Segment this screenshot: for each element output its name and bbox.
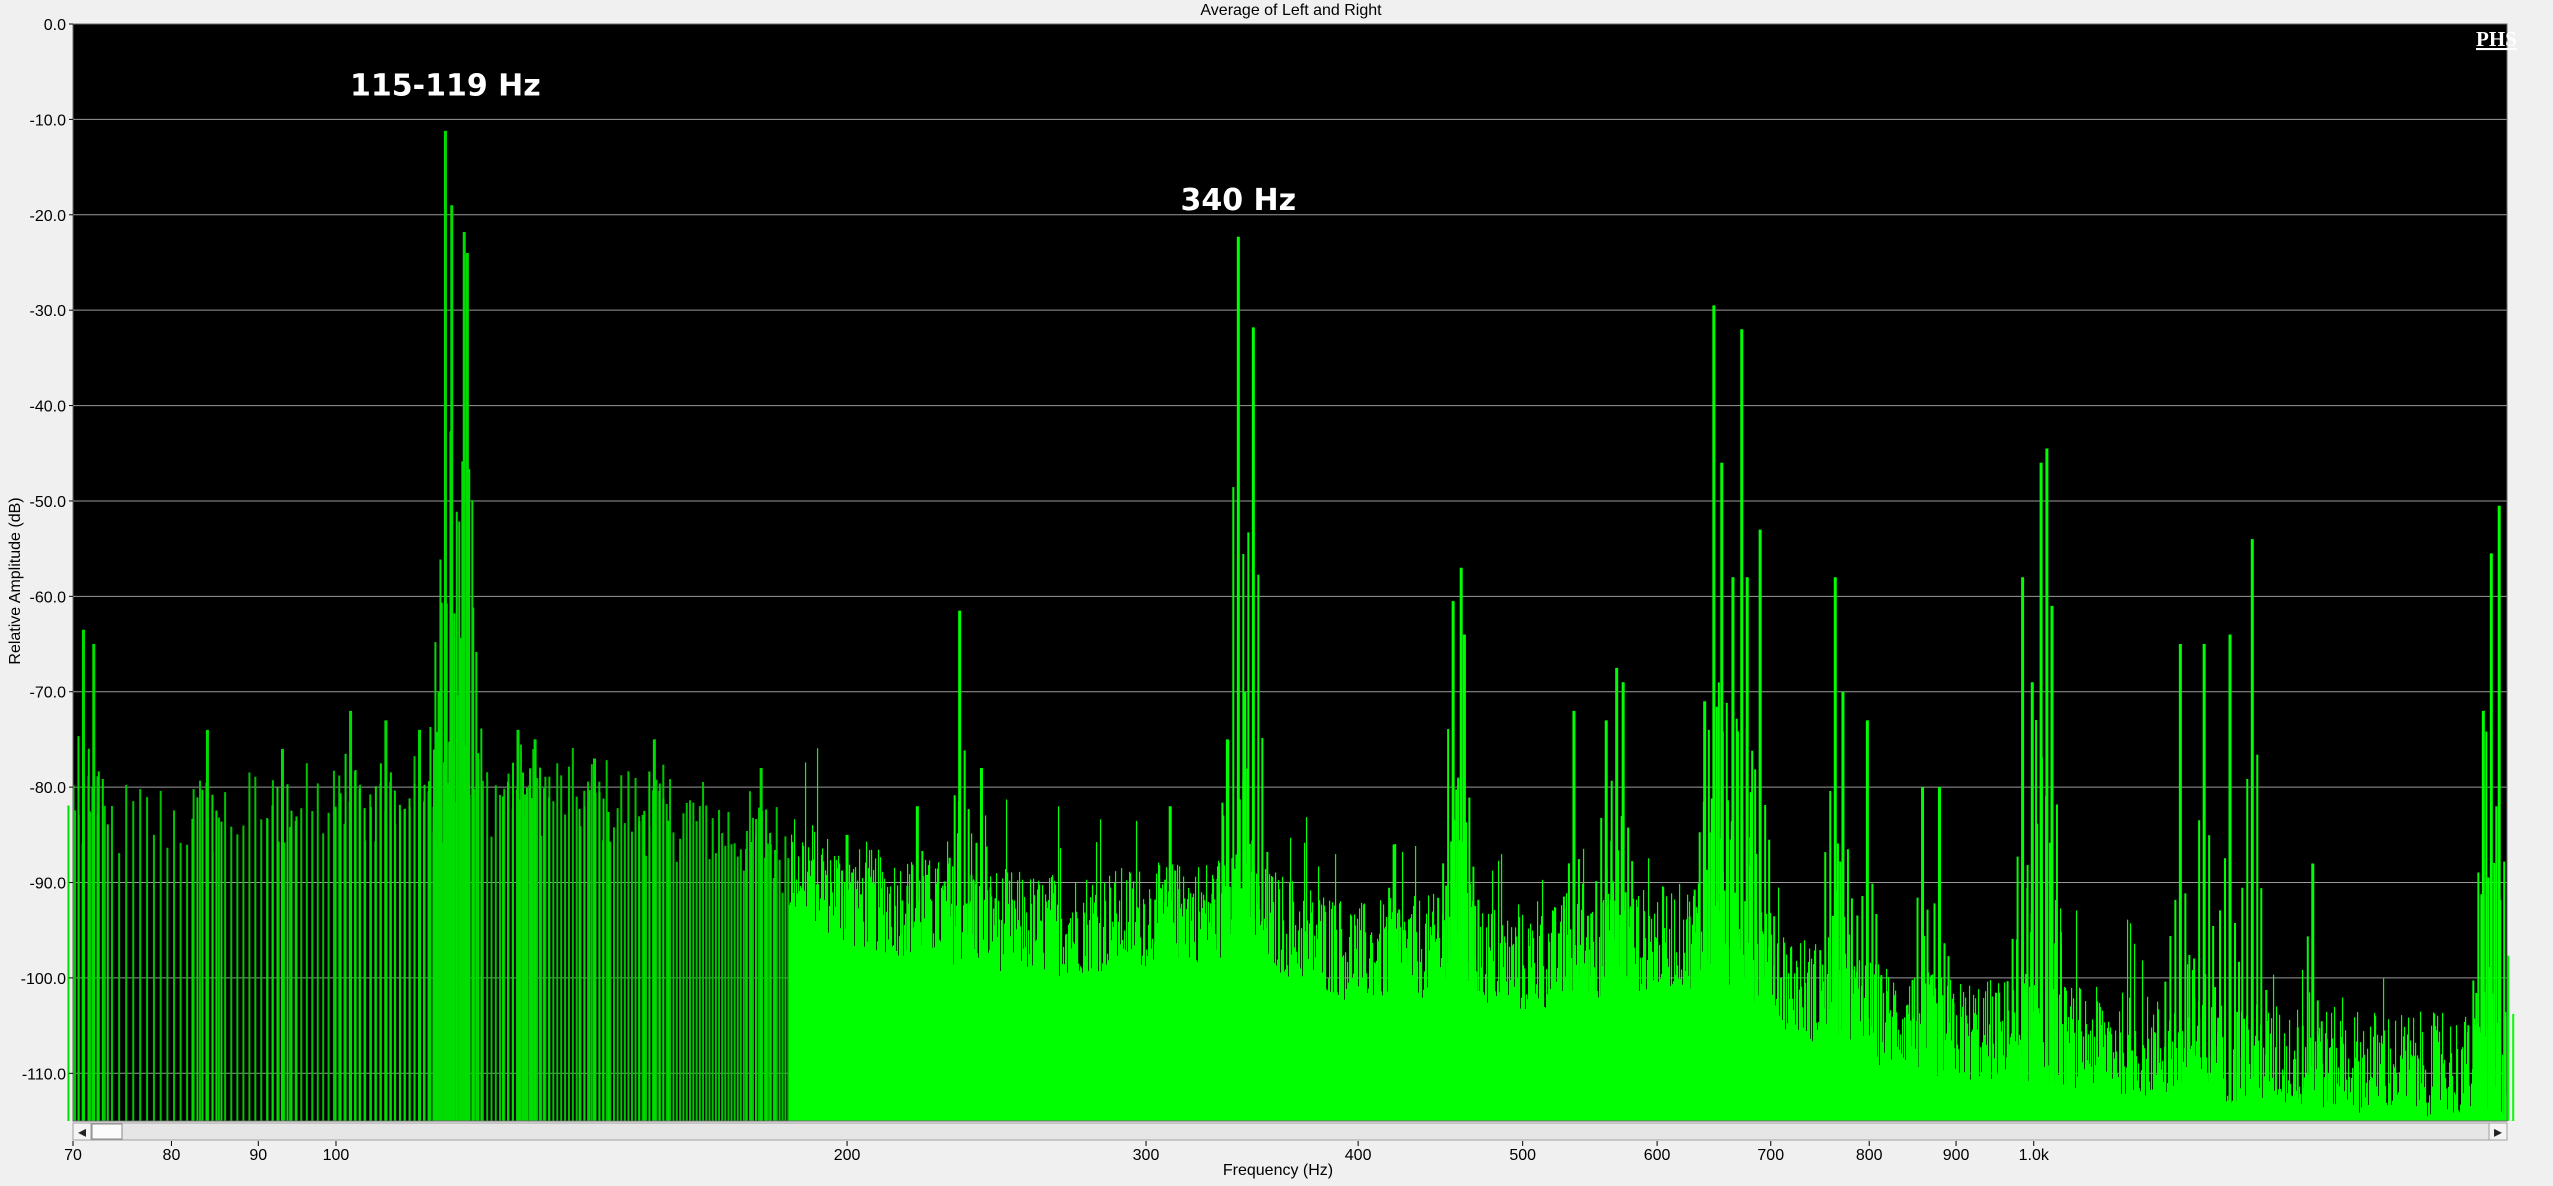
- y-tick-label: -40.0: [30, 399, 67, 416]
- peak-annotation: 340 Hz: [1180, 183, 1296, 218]
- x-tick-label: 800: [1856, 1147, 1883, 1164]
- x-tick-label: 700: [1757, 1147, 1784, 1164]
- y-tick-label: -30.0: [30, 303, 67, 320]
- y-tick-label: 0.0: [44, 17, 66, 34]
- x-tick-label: 900: [1943, 1147, 1970, 1164]
- x-tick-label: 100: [323, 1147, 350, 1164]
- y-tick-label: -10.0: [30, 112, 67, 129]
- y-axis-ticks: 0.0 -10.0 -20.0 -30.0 -40.0 -50.0 -60.0 -70.0 -8…: [21, 17, 73, 1083]
- x-tick-label: 500: [1509, 1147, 1536, 1164]
- horizontal-scrollbar[interactable]: [72, 1122, 2508, 1141]
- x-axis-ticks: 70 80 90 100 200 300 400 500 600 700 800 900 1.0k: [64, 1141, 2050, 1164]
- y-tick-label: -70.0: [30, 685, 67, 702]
- y-tick-label: -80.0: [30, 780, 67, 797]
- x-tick-label: 400: [1345, 1147, 1372, 1164]
- y-tick-label: -100.0: [21, 971, 66, 988]
- y-tick-label: -20.0: [30, 208, 67, 225]
- x-tick-label: 80: [163, 1147, 181, 1164]
- x-axis-label: Frequency (Hz): [1223, 1162, 1333, 1179]
- x-tick-label: 1.0k: [2019, 1147, 2050, 1164]
- scroll-right-icon: ▸: [2494, 1122, 2502, 1141]
- scroll-left-icon: ◂: [78, 1122, 86, 1141]
- y-tick-label: -110.0: [22, 1066, 66, 1083]
- x-tick-label: 600: [1644, 1147, 1671, 1164]
- peak-annotation: 115-119 Hz: [350, 69, 541, 104]
- y-tick-label: -50.0: [30, 494, 67, 511]
- scroll-thumb[interactable]: [91, 1123, 123, 1140]
- x-tick-label: 70: [64, 1147, 82, 1164]
- spectrum-chart: Average of Left and Right 115-119 Hz 340 …: [7, 2, 2517, 1179]
- phs-logo: PHS: [2476, 27, 2517, 51]
- x-tick-label: 300: [1133, 1147, 1160, 1164]
- x-tick-label: 200: [834, 1147, 861, 1164]
- x-tick-label: 90: [249, 1147, 267, 1164]
- y-tick-label: -90.0: [30, 876, 67, 893]
- chart-title: Average of Left and Right: [1200, 2, 1382, 19]
- y-axis-label: Relative Amplitude (dB): [7, 497, 24, 664]
- y-tick-label: -60.0: [30, 589, 67, 606]
